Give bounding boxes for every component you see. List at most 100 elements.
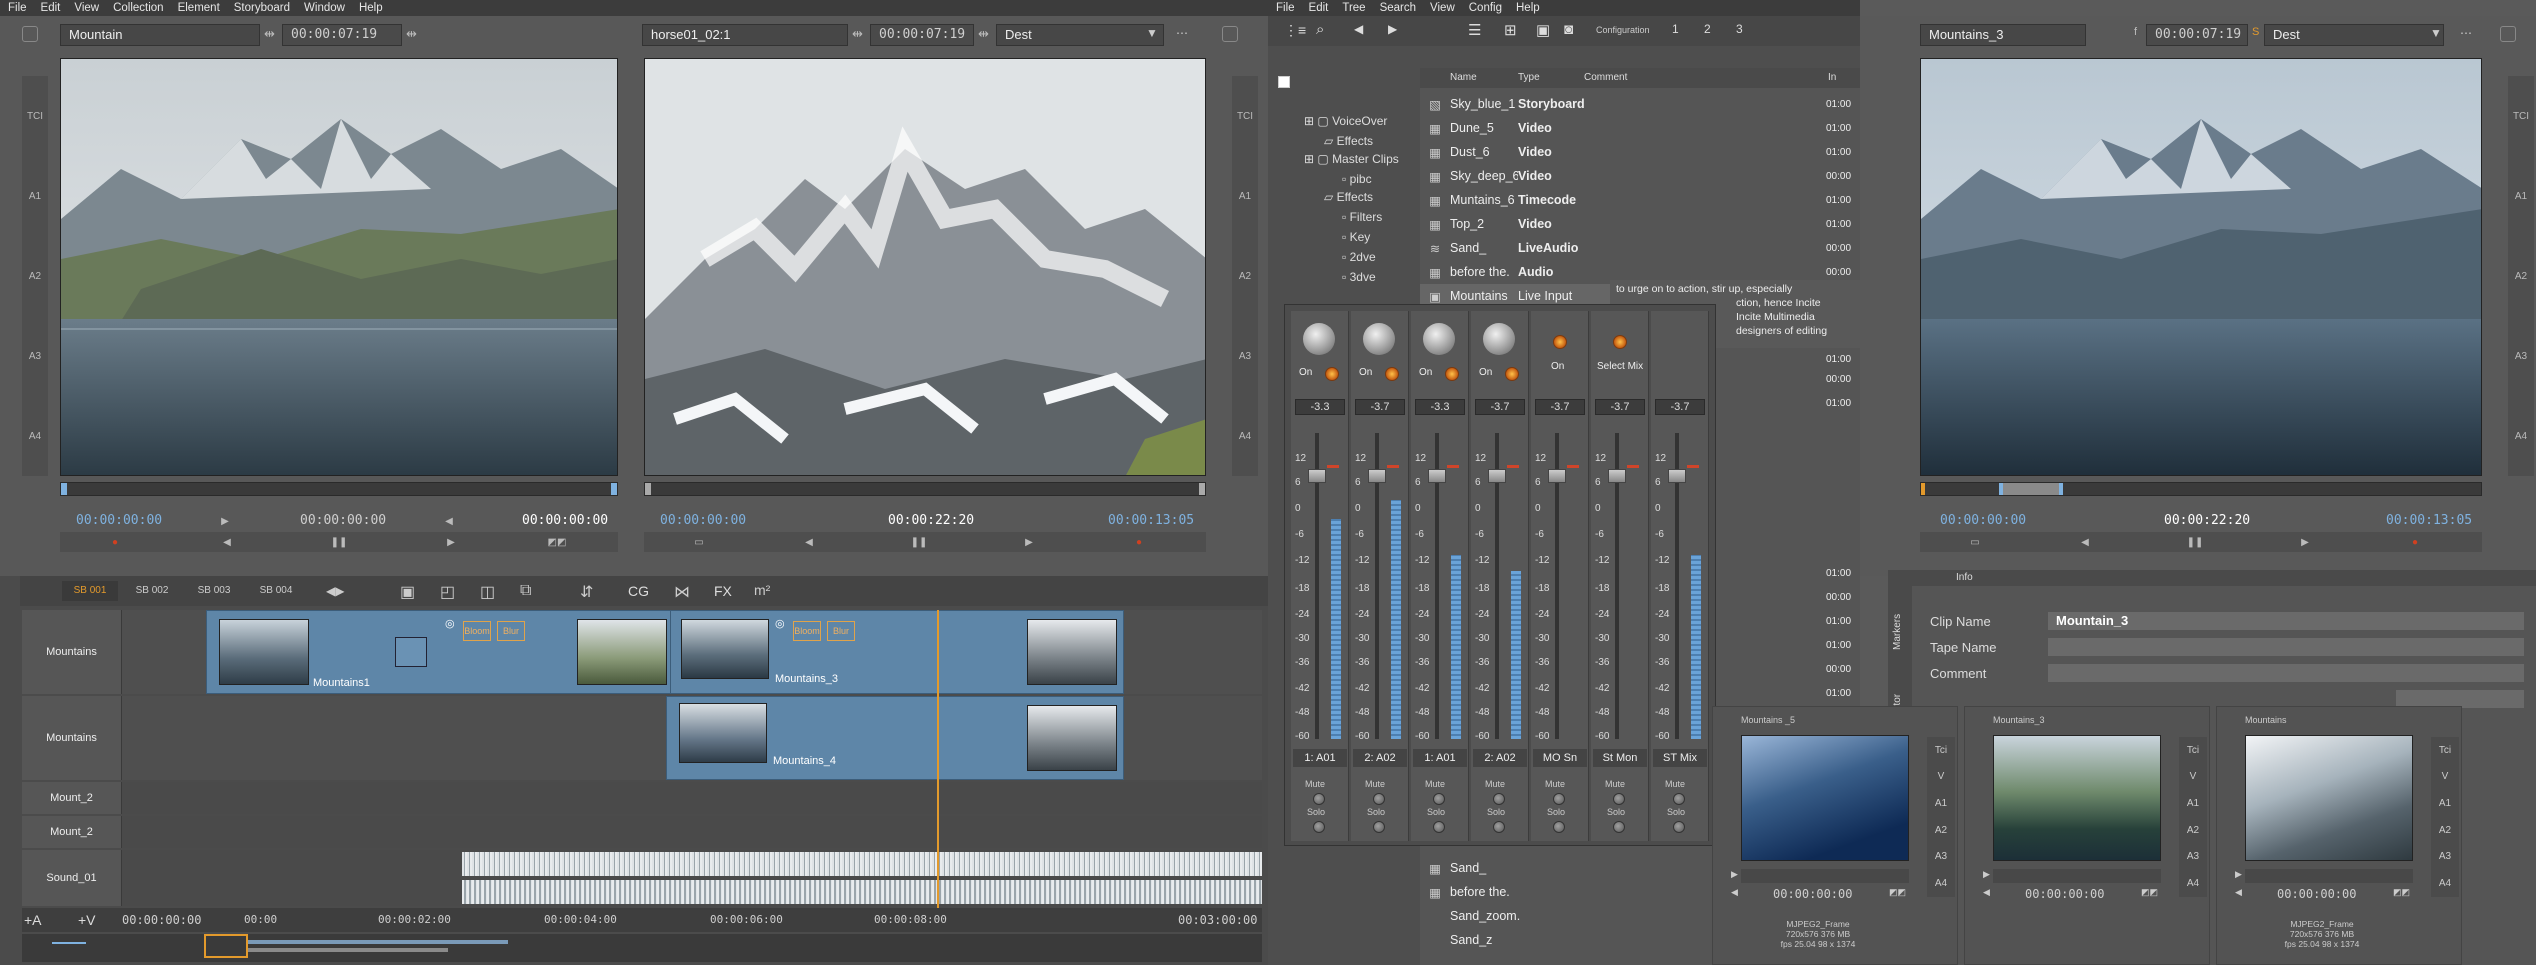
track-head[interactable]: Mount_2: [22, 782, 122, 814]
tree-item-pibc[interactable]: ▫ pibc: [1342, 172, 1372, 186]
mute-button[interactable]: [1433, 793, 1445, 805]
gain-value[interactable]: -3.7: [1655, 399, 1705, 415]
timeline-overview[interactable]: [22, 934, 1262, 962]
clip-mountains1[interactable]: Mountains1 ◎ Bloom Blur: [206, 610, 674, 694]
right-f-icon[interactable]: f: [2134, 26, 2137, 38]
config-page-2[interactable]: 2: [1704, 22, 1711, 36]
record-out-handle[interactable]: [1199, 483, 1205, 495]
audio-waveform[interactable]: [462, 880, 1262, 904]
right-scrub-bar[interactable]: [1920, 482, 2482, 496]
record-dest-select[interactable]: Dest: [996, 24, 1164, 46]
monitor-tool-icon[interactable]: ▣: [400, 582, 415, 602]
step-back-icon[interactable]: ◀: [438, 512, 460, 530]
table-row[interactable]: ▦ Sky_deep_6 Video 00:00: [1420, 164, 1860, 188]
track-head[interactable]: Mountains: [22, 610, 122, 694]
track-head[interactable]: Mount_2: [22, 816, 122, 848]
tab-a4[interactable]: A4: [29, 431, 41, 442]
tab-sb-002[interactable]: SB 002: [124, 581, 180, 601]
route-label[interactable]: 2: A02: [1353, 749, 1407, 767]
bin-thumbnail[interactable]: [1993, 735, 2161, 861]
measure-icon[interactable]: m²: [754, 582, 770, 598]
right-tab-a2[interactable]: A2: [2515, 271, 2527, 282]
bin-scrub-bar[interactable]: [1993, 869, 2161, 883]
back-icon[interactable]: ◀: [1354, 22, 1363, 36]
right-video-frame[interactable]: [1920, 58, 2482, 476]
col-name[interactable]: Name: [1450, 72, 1477, 83]
table-row[interactable]: ▦ Dune_5 Video 01:00: [1420, 116, 1860, 140]
route-label[interactable]: 2: A02: [1473, 749, 1527, 767]
bin-track-tab[interactable]: A1: [2439, 798, 2451, 809]
record-scrub-bar[interactable]: [644, 482, 1206, 496]
right-tab-a4[interactable]: A4: [2515, 431, 2527, 442]
right-s-icon[interactable]: S: [2252, 26, 2259, 38]
menu-storyboard[interactable]: Storyboard: [234, 2, 290, 14]
trim-tool-icon[interactable]: ◰: [440, 582, 455, 602]
route-label[interactable]: St Mon: [1593, 749, 1647, 767]
gain-value[interactable]: -3.7: [1355, 399, 1405, 415]
bin-track-tab[interactable]: A1: [2187, 798, 2199, 809]
solo-button[interactable]: [1313, 821, 1325, 833]
source-lock-icon[interactable]: ⇹: [264, 26, 275, 42]
on-toggle-icon[interactable]: [1553, 335, 1567, 349]
solo-button[interactable]: [1673, 821, 1685, 833]
fader-handle[interactable]: [1368, 469, 1386, 483]
fader-handle[interactable]: [1488, 469, 1506, 483]
bin-thumbnail[interactable]: [1741, 735, 1909, 861]
mute-button[interactable]: [1313, 793, 1325, 805]
table-row[interactable]: ▦ Dust_6 Video 01:00: [1420, 140, 1860, 164]
play-icon[interactable]: ▶: [440, 533, 462, 551]
tab-a3[interactable]: A3: [29, 351, 41, 362]
clip-mountains3[interactable]: Mountains_3 ◎ Bloom Blur: [670, 610, 1124, 694]
overwrite-tool-icon[interactable]: ⧉: [520, 582, 531, 600]
playhead[interactable]: [937, 610, 939, 928]
browser-menu-tree[interactable]: Tree: [1342, 2, 1365, 14]
gain-value[interactable]: -3.3: [1415, 399, 1465, 415]
tab-a2[interactable]: A2: [29, 271, 41, 282]
bin-track-tab[interactable]: A2: [2187, 825, 2199, 836]
chevron-down-icon[interactable]: ▼: [2430, 26, 2442, 40]
fader-handle[interactable]: [1548, 469, 1566, 483]
bin-thumbnail[interactable]: [2245, 735, 2413, 861]
config-page-1[interactable]: 1: [1672, 22, 1679, 36]
solo-button[interactable]: [1373, 821, 1385, 833]
tree-item-2dve[interactable]: ▫ 2dve: [1342, 250, 1376, 264]
browser-menu-search[interactable]: Search: [1380, 2, 1416, 14]
timeline-ruler[interactable]: +A +V 00:00:00:00 00:00 00:00:02:00 00:0…: [22, 908, 1262, 932]
fader-handle[interactable]: [1428, 469, 1446, 483]
bin-scrub-bar[interactable]: [1741, 869, 1909, 883]
on-toggle-icon[interactable]: [1445, 367, 1459, 381]
forward-icon[interactable]: ▶: [1388, 22, 1397, 36]
clip-mountains4[interactable]: Mountains_4: [666, 696, 1124, 780]
bin-play-icon[interactable]: ▶: [1983, 869, 1990, 880]
gain-value[interactable]: -3.3: [1295, 399, 1345, 415]
audio-waveform[interactable]: [462, 852, 1262, 876]
search-icon[interactable]: ⌕: [1316, 21, 1324, 38]
source-timecode[interactable]: 00:00:07:19: [282, 24, 402, 46]
record-in-handle[interactable]: [645, 483, 651, 495]
fx-bloom[interactable]: Bloom: [463, 621, 491, 641]
col-type[interactable]: Type: [1518, 72, 1540, 83]
record-play-icon[interactable]: ▶: [1018, 533, 1040, 551]
mark-icon[interactable]: ◩◩: [546, 533, 568, 551]
table-row[interactable]: ≋ Sand_ LiveAudio 00:00: [1420, 236, 1860, 260]
pan-knob[interactable]: [1363, 323, 1395, 355]
source-tc-icon[interactable]: ⇹: [406, 26, 417, 42]
rec-tab-a3[interactable]: A3: [1239, 351, 1251, 362]
root-checkbox[interactable]: [1278, 76, 1290, 88]
mute-button[interactable]: [1493, 793, 1505, 805]
right-tab-a3[interactable]: A3: [2515, 351, 2527, 362]
right-play-reverse-icon[interactable]: ◀: [2074, 533, 2096, 551]
menu-view[interactable]: View: [74, 2, 99, 14]
menu-file[interactable]: File: [8, 2, 27, 14]
chevron-down-icon[interactable]: ▼: [1146, 26, 1158, 40]
record-dot-icon[interactable]: ●: [104, 533, 126, 551]
more-icon[interactable]: ⋯: [2460, 26, 2472, 40]
fx-blur[interactable]: Blur: [827, 621, 855, 641]
table-row[interactable]: ▧ Sky_blue_1 Storyboard 01:00: [1420, 92, 1860, 116]
bin-track-tab[interactable]: A2: [2439, 825, 2451, 836]
on-toggle-icon[interactable]: [1325, 367, 1339, 381]
effect-icon[interactable]: ◎: [445, 617, 455, 630]
frame-view-icon[interactable]: ▣: [1536, 21, 1550, 39]
gain-value[interactable]: -3.7: [1475, 399, 1525, 415]
config-page-3[interactable]: 3: [1736, 22, 1743, 36]
